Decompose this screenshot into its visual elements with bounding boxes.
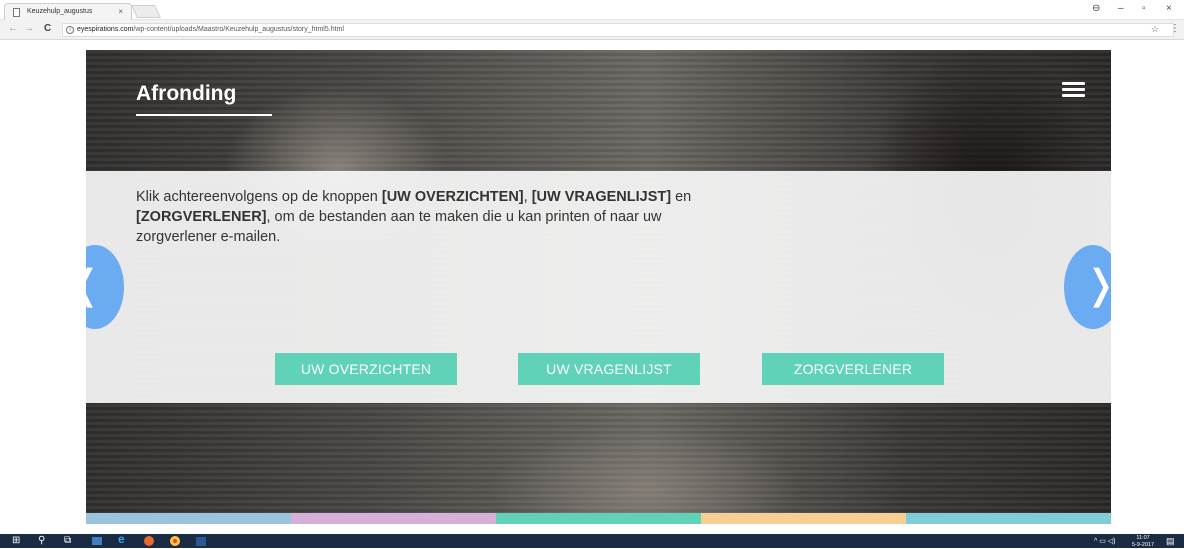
- site-info-icon[interactable]: i: [66, 26, 74, 34]
- firefox-icon[interactable]: [144, 536, 154, 546]
- color-segment: [496, 513, 701, 524]
- edge-browser-icon[interactable]: e: [118, 533, 125, 545]
- url-domain: eyespirations.com: [77, 26, 134, 33]
- title-underline: [136, 114, 272, 116]
- bookmark-star-icon[interactable]: ☆: [1151, 24, 1159, 35]
- forward-button[interactable]: →: [24, 23, 34, 34]
- uw-overzichten-button[interactable]: UW OVERZICHTEN: [275, 353, 457, 385]
- url-path: /wp-content/uploads/Maastro/Keuzehulp_au…: [133, 26, 344, 33]
- browser-tab-strip: Keuzehulp_augustus × ⊖ – ▫ ×: [0, 0, 1184, 20]
- content-panel: Klik achtereenvolgens op de knoppen [UW …: [86, 171, 1111, 403]
- new-tab-button[interactable]: [130, 5, 162, 18]
- browser-toolbar: ← → C i eyespirations.com/wp-content/upl…: [0, 20, 1184, 40]
- back-button[interactable]: ←: [8, 23, 18, 34]
- browser-menu-icon[interactable]: ⋮: [1170, 23, 1180, 34]
- color-segment: [906, 513, 1111, 524]
- user-profile-icon[interactable]: ⊖: [1092, 3, 1100, 14]
- hamburger-menu-icon[interactable]: [1062, 82, 1085, 97]
- search-icon[interactable]: ⚲: [38, 536, 45, 546]
- tab-title: Keuzehulp_augustus: [27, 8, 93, 15]
- windows-start-icon[interactable]: ⊞: [12, 536, 20, 546]
- notifications-icon[interactable]: ▤: [1166, 536, 1175, 547]
- tray-icons[interactable]: ^ ▭ ◁): [1094, 537, 1116, 545]
- instruction-text: Klik achtereenvolgens op de knoppen [UW …: [136, 189, 692, 245]
- progress-color-bar: [86, 513, 1111, 524]
- uw-vragenlijst-button[interactable]: UW VRAGENLIJST: [518, 353, 700, 385]
- close-window-button[interactable]: ×: [1166, 3, 1172, 14]
- tab-close-icon[interactable]: ×: [118, 7, 123, 16]
- word-icon[interactable]: [196, 537, 206, 546]
- zorgverlener-button[interactable]: ZORGVERLENER: [762, 353, 944, 385]
- file-explorer-icon[interactable]: [92, 537, 102, 545]
- slide-stage: Afronding Klik achtereenvolgens op de kn…: [86, 50, 1111, 524]
- color-segment: [701, 513, 906, 524]
- chevron-left-icon: ❬: [86, 263, 102, 307]
- task-view-icon[interactable]: ⧉: [64, 536, 71, 546]
- chevron-right-icon: ❭: [1084, 263, 1111, 307]
- minimize-button[interactable]: –: [1118, 3, 1124, 14]
- color-segment: [291, 513, 496, 524]
- tray-clock[interactable]: 11:07 5-9-2017: [1132, 535, 1154, 549]
- page-icon: [13, 8, 20, 17]
- reload-button[interactable]: C: [44, 23, 51, 34]
- browser-tab[interactable]: Keuzehulp_augustus ×: [4, 3, 132, 20]
- windows-taskbar: ⊞ ⚲ ⧉ e ^ ▭ ◁) 11:07 5-9-2017 ▤: [0, 533, 1184, 549]
- address-bar[interactable]: i eyespirations.com/wp-content/uploads/M…: [62, 23, 1174, 37]
- color-segment: [86, 513, 291, 524]
- slide-title: Afronding: [136, 82, 237, 105]
- chrome-icon[interactable]: [170, 536, 180, 546]
- restore-button[interactable]: ▫: [1142, 3, 1146, 14]
